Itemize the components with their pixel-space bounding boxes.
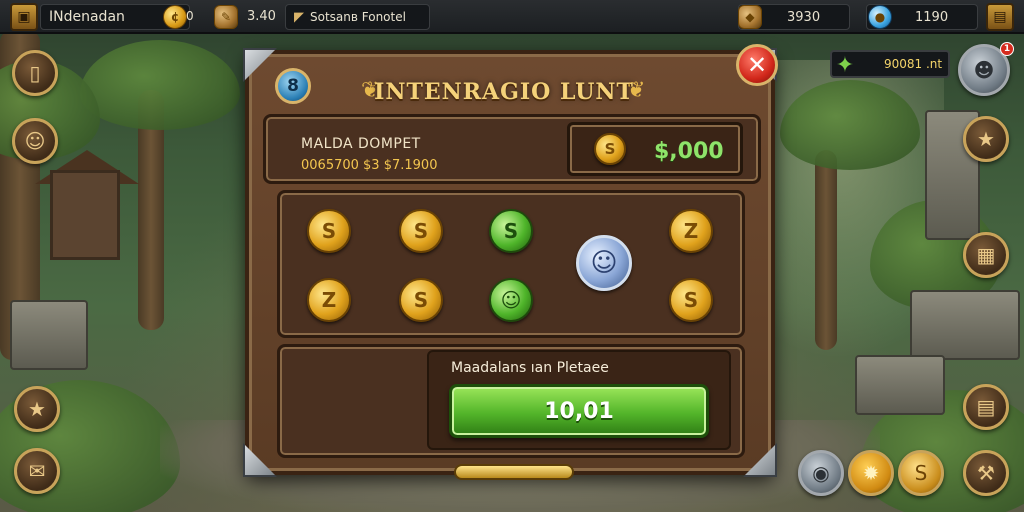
coin-icon: ¢ xyxy=(163,5,187,29)
dialog-panel: 8 ❦ INTENRAGIO LUNT ❦ ✕ MALDA DOMPET 006… xyxy=(243,44,778,480)
bag-icon: ◆ xyxy=(738,5,762,29)
title-flourish-right-icon: ❦ xyxy=(627,78,646,103)
corner-ornament xyxy=(743,443,777,477)
coin-icon: S xyxy=(594,133,626,165)
menu-icon[interactable]: ▤ xyxy=(986,3,1014,31)
tree-trunk xyxy=(815,150,837,350)
fire-crystal-icon[interactable]: ✹ xyxy=(848,450,894,496)
notification-badge: 1 xyxy=(1000,42,1014,56)
quest-label: Sotsanв Fonotel xyxy=(310,10,406,24)
scroll-handle[interactable] xyxy=(454,464,574,480)
corner-ornament xyxy=(243,48,277,82)
coin-token[interactable]: S xyxy=(489,209,533,253)
coin-token[interactable]: ☺ xyxy=(489,278,533,322)
coin-count: 0 xyxy=(186,9,194,23)
coin-shop-icon[interactable]: S xyxy=(898,450,944,496)
dialog-title-wrap: INTENRAGIO LUNT xyxy=(359,72,649,112)
coin-token[interactable]: S xyxy=(399,278,443,322)
hammer-icon[interactable]: ⚒ xyxy=(963,450,1009,496)
bag-value: 3930 xyxy=(787,9,821,25)
dialog-title: INTENRAGIO LUNT xyxy=(374,79,634,105)
map-icon[interactable]: ▯ xyxy=(12,50,58,96)
coin-token[interactable]: Z xyxy=(307,278,351,322)
stone-ruin xyxy=(910,290,1020,360)
coin-token[interactable]: S xyxy=(669,278,713,322)
pledge-button[interactable]: 10,01 xyxy=(449,384,709,438)
guild-emblem-icon[interactable]: ▣ xyxy=(10,3,38,31)
palm-leaves xyxy=(80,40,240,130)
quest-button[interactable]: ◤ Sotsanв Fonotel xyxy=(285,4,430,30)
balance-box: S $,000 xyxy=(567,122,743,176)
wallet-title: MALDA DOMPET xyxy=(301,136,421,152)
close-button[interactable]: ✕ xyxy=(736,44,778,86)
stone-altar xyxy=(10,300,88,370)
coin-token[interactable]: Z xyxy=(669,209,713,253)
profile-mask-icon[interactable]: ☺ xyxy=(12,118,58,164)
top-bar: ▣ INdenadan ¢ 0 ✎ 3.40 ◤ Sotsanв Fonotel… xyxy=(0,0,1024,34)
help-button[interactable]: 8 xyxy=(275,68,311,104)
journal-icon[interactable]: ✉ xyxy=(14,448,60,494)
stone-ruin xyxy=(855,355,945,415)
pledge-label: Maadalans ıan Pletaee xyxy=(451,360,609,376)
quest-flag-icon: ◤ xyxy=(294,9,304,25)
blue-medallion-token[interactable]: ☺ xyxy=(576,235,632,291)
wallet-subtitle: 0065700 $3 $7.1900 xyxy=(301,158,438,173)
scroll-icon[interactable]: ▦ xyxy=(963,232,1009,278)
gem-value: 1190 xyxy=(915,9,949,25)
trophy-star-icon[interactable]: ★ xyxy=(963,116,1009,162)
star-icon[interactable]: ★ xyxy=(14,386,60,432)
coin-token[interactable]: S xyxy=(307,209,351,253)
coin-token[interactable]: S xyxy=(399,209,443,253)
stat-value: 3.40 xyxy=(247,9,276,24)
gem-icon: ● xyxy=(868,5,892,29)
rank-bar[interactable]: ✦ 90081 .nt xyxy=(830,50,950,78)
corner-ornament xyxy=(243,443,277,477)
jungle-hut xyxy=(50,170,120,260)
shield-icon[interactable]: ◉ xyxy=(798,450,844,496)
treasure-icon[interactable]: ▤ xyxy=(963,384,1009,430)
rank-value: 90081 .nt xyxy=(884,57,943,71)
balance-value: $,000 xyxy=(654,139,724,164)
player-name: INdenadan xyxy=(49,9,125,25)
crystal-icon: ✦ xyxy=(835,52,855,78)
compass-icon: ✎ xyxy=(214,5,238,29)
